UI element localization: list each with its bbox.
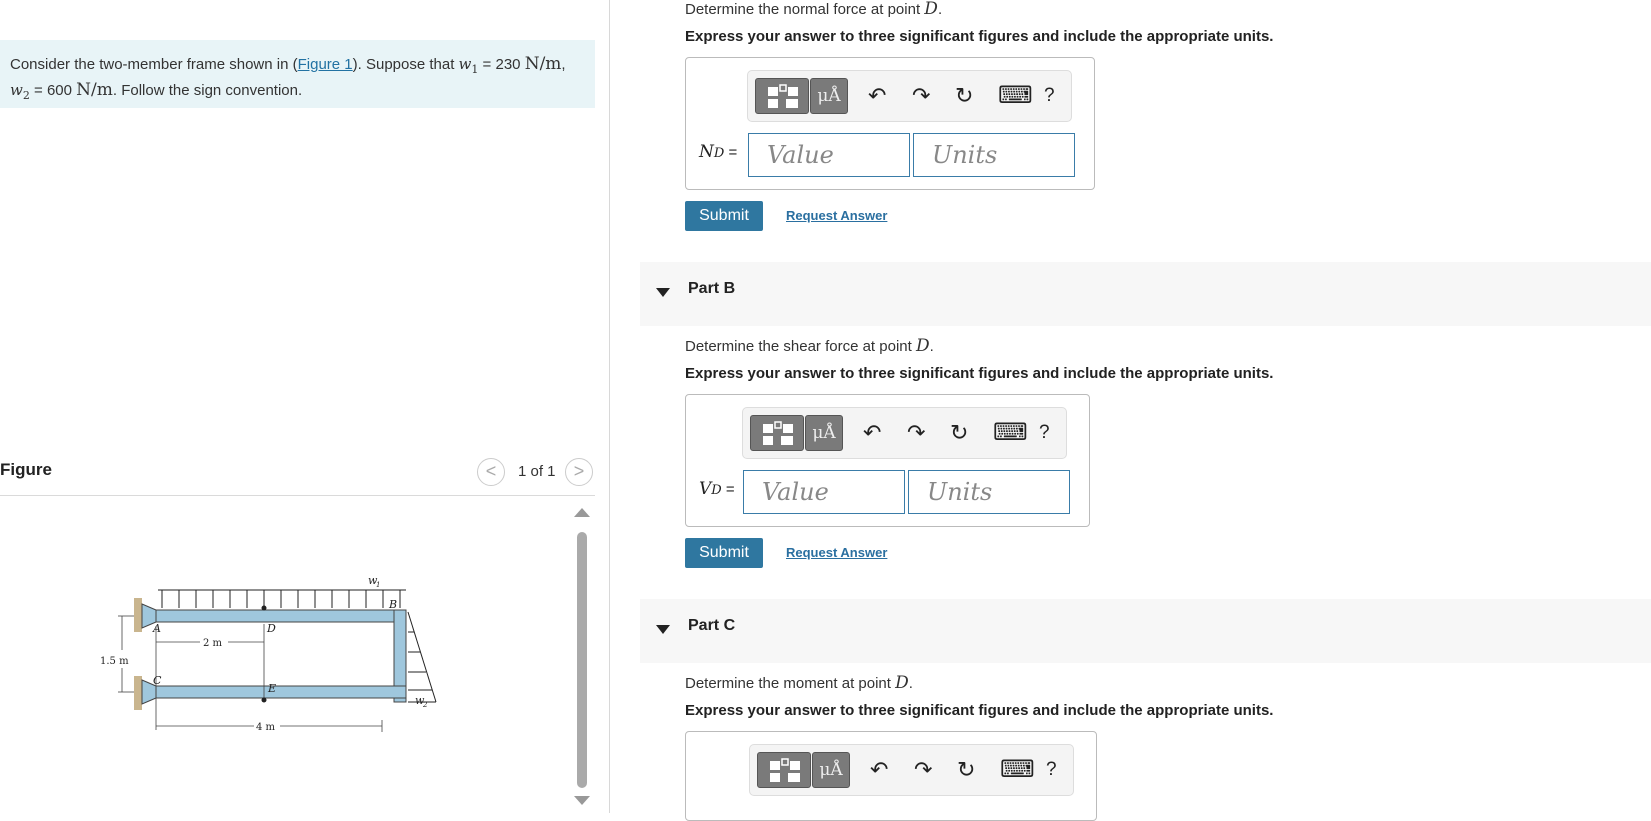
- help-icon[interactable]: ?: [1046, 759, 1057, 781]
- scroll-thumb[interactable]: [577, 532, 587, 788]
- reset-icon[interactable]: ↻: [950, 422, 968, 444]
- help-icon[interactable]: ?: [1039, 422, 1050, 444]
- part-c-toolbar: μÅ ↶ ↷ ↻ ⌨ ?: [749, 744, 1074, 796]
- label-w1-sub: 1: [376, 581, 380, 589]
- label-d: D: [266, 622, 276, 635]
- nd-value-input[interactable]: Value: [748, 133, 910, 177]
- dimension-1-5m: 1.5 m: [100, 656, 129, 667]
- part-c-header[interactable]: Part C: [640, 599, 1651, 663]
- frame-figure: A C D E B w 1 w 2 2 m 4 m 1.5 m: [100, 574, 437, 733]
- part-b-title: Part B: [688, 280, 736, 297]
- w1-value: = 230: [478, 56, 525, 73]
- keyboard-icon[interactable]: ⌨: [1000, 758, 1035, 782]
- dimension-4m: 4 m: [256, 722, 276, 733]
- part-c-instruction: Express your answer to three significant…: [685, 702, 1274, 719]
- w2-symbol: w: [10, 81, 23, 99]
- figure-counter: 1 of 1: [518, 463, 556, 480]
- part-b-instruction: Express your answer to three significant…: [685, 365, 1274, 382]
- keyboard-icon[interactable]: ⌨: [993, 421, 1028, 445]
- problem-statement: Consider the two-member frame shown in (…: [0, 40, 595, 108]
- vd-value-input[interactable]: Value: [743, 470, 905, 514]
- part-b-header[interactable]: Part B: [640, 262, 1651, 326]
- w2-value: = 600: [29, 82, 77, 99]
- separator: ,: [561, 56, 566, 73]
- part-c-title: Part C: [688, 617, 736, 634]
- part-b-request-answer-link[interactable]: Request Answer: [786, 545, 887, 560]
- nd-units-input[interactable]: Units: [913, 133, 1075, 177]
- part-b-submit-button[interactable]: Submit: [685, 538, 763, 568]
- templates-icon[interactable]: [755, 78, 809, 114]
- prev-figure-button[interactable]: <: [477, 458, 505, 486]
- problem-text: Consider the two-member frame shown in (: [10, 56, 298, 73]
- load-w2-triangle: [407, 611, 437, 703]
- part-b-question: Determine the shear force at point D.: [685, 336, 934, 356]
- vd-label: VD =: [699, 479, 735, 499]
- w1-symbol: w: [458, 55, 472, 73]
- point-e-marker: [261, 697, 267, 703]
- part-b-answer-box: μÅ ↶ ↷ ↻ ⌨ ? VD = Value Units: [685, 394, 1090, 527]
- templates-icon[interactable]: [750, 415, 804, 451]
- left-panel: Consider the two-member frame shown in (…: [0, 0, 610, 813]
- label-a: A: [152, 622, 161, 635]
- wall-support-top: [134, 598, 142, 632]
- units-symbol-button[interactable]: μÅ: [812, 752, 850, 788]
- part-b-toolbar: μÅ ↶ ↷ ↻ ⌨ ?: [742, 407, 1067, 459]
- figure-scrollbar[interactable]: [574, 508, 590, 806]
- part-a-question: Determine the normal force at point D.: [685, 0, 943, 19]
- redo-icon[interactable]: ↷: [907, 422, 925, 444]
- next-figure-button[interactable]: >: [565, 458, 593, 486]
- label-w2-sub: 2: [422, 701, 428, 709]
- part-a-submit-button[interactable]: Submit: [685, 201, 763, 231]
- help-icon[interactable]: ?: [1044, 85, 1055, 107]
- part-a-request-answer-link[interactable]: Request Answer: [786, 208, 887, 223]
- templates-icon[interactable]: [757, 752, 811, 788]
- part-c-answer-box: μÅ ↶ ↷ ↻ ⌨ ?: [685, 731, 1097, 821]
- redo-icon[interactable]: ↷: [912, 85, 930, 107]
- load-w1-arrows: [158, 589, 406, 608]
- wall-support-bottom: [134, 676, 142, 710]
- w1-unit: N/m: [524, 54, 562, 74]
- w2-subscript: 2: [22, 89, 30, 102]
- problem-text: ). Suppose that: [352, 56, 459, 73]
- keyboard-icon[interactable]: ⌨: [998, 84, 1033, 108]
- problem-text: . Follow the sign convention.: [112, 82, 303, 99]
- top-member: [155, 609, 407, 623]
- scroll-up-arrow-icon[interactable]: [574, 508, 590, 517]
- units-symbol-button[interactable]: μÅ: [805, 415, 843, 451]
- part-a-toolbar: μÅ ↶ ↷ ↻ ⌨ ?: [747, 70, 1072, 122]
- figure-header: Figure < 1 of 1 >: [0, 458, 595, 496]
- redo-icon[interactable]: ↷: [914, 759, 932, 781]
- label-c: C: [153, 674, 162, 687]
- units-symbol-button[interactable]: μÅ: [810, 78, 848, 114]
- undo-icon[interactable]: ↶: [863, 422, 881, 444]
- point-d-marker: [261, 605, 267, 611]
- w2-unit: N/m: [76, 80, 113, 100]
- part-c-question: Determine the moment at point D.: [685, 673, 913, 693]
- reset-icon[interactable]: ↻: [957, 759, 975, 781]
- nd-label: ND =: [699, 142, 738, 162]
- figure-link[interactable]: Figure 1: [298, 56, 353, 73]
- reset-icon[interactable]: ↻: [955, 85, 973, 107]
- figure-title: Figure: [0, 460, 52, 479]
- dimension-2m: 2 m: [203, 638, 223, 649]
- vd-units-input[interactable]: Units: [908, 470, 1070, 514]
- part-a-instruction: Express your answer to three significant…: [685, 28, 1274, 45]
- undo-icon[interactable]: ↶: [868, 85, 886, 107]
- undo-icon[interactable]: ↶: [870, 759, 888, 781]
- part-a-answer-box: μÅ ↶ ↷ ↻ ⌨ ? ND = Value Units: [685, 57, 1095, 190]
- label-e: E: [267, 682, 276, 695]
- label-b: B: [388, 598, 397, 611]
- scroll-down-arrow-icon[interactable]: [574, 796, 590, 805]
- caret-down-icon[interactable]: [656, 288, 670, 297]
- caret-down-icon[interactable]: [656, 625, 670, 634]
- bottom-member: [155, 685, 407, 699]
